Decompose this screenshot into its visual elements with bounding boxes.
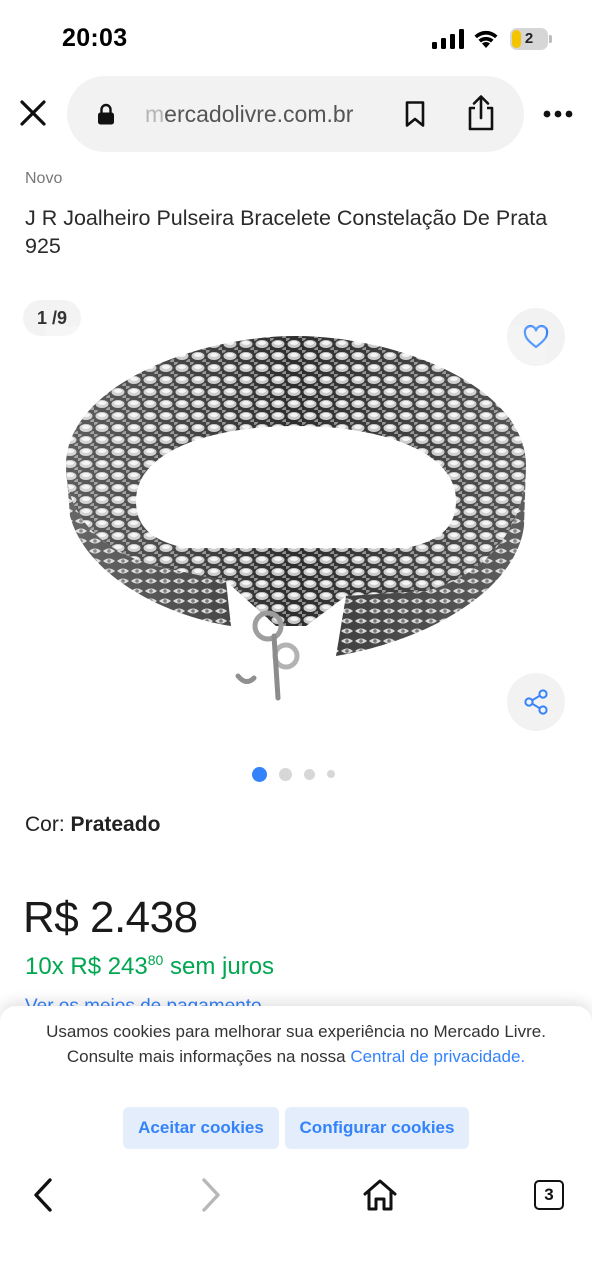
- url-text: mercadolivre.com.br: [145, 101, 354, 127]
- privacy-center-link[interactable]: Central de privacidade.: [350, 1047, 525, 1066]
- color-label: Cor:: [25, 813, 65, 836]
- gallery-dot-1[interactable]: [252, 766, 267, 782]
- accept-cookies-button[interactable]: Aceitar cookies: [123, 1107, 279, 1149]
- product-price: R$ 2.438: [23, 893, 198, 942]
- installments-info: 10x R$ 24380 sem juros: [25, 952, 275, 980]
- gallery-dot-2[interactable]: [279, 767, 292, 781]
- share-nodes-icon: [524, 689, 548, 715]
- gallery-dot-3[interactable]: [304, 768, 315, 780]
- share-icon[interactable]: [465, 94, 497, 132]
- address-bar[interactable]: mercadolivre.com.br: [67, 76, 524, 152]
- lock-icon: [98, 103, 114, 125]
- home-icon[interactable]: [362, 1178, 398, 1212]
- cellular-signal-icon: [432, 29, 464, 49]
- product-title: J R Joalheiro Pulseira Bracelete Constel…: [25, 206, 548, 258]
- bookmark-icon[interactable]: [403, 100, 427, 128]
- status-time: 20:03: [62, 24, 128, 52]
- tabs-icon[interactable]: 3: [534, 1180, 564, 1210]
- cookie-message: Usamos cookies para melhorar sua experiê…: [46, 1022, 546, 1066]
- product-condition: Novo: [25, 170, 63, 187]
- battery-indicator: 2: [510, 28, 552, 50]
- wifi-icon: [474, 30, 498, 48]
- back-icon[interactable]: [28, 1176, 58, 1214]
- configure-cookies-button[interactable]: Configurar cookies: [285, 1107, 469, 1149]
- status-bar: 20:03 2: [0, 0, 592, 78]
- battery-level: 2: [524, 30, 534, 47]
- gallery-pagination: [252, 766, 335, 782]
- gallery-dot-4[interactable]: [327, 770, 335, 778]
- product-image-bracelet[interactable]: [46, 326, 546, 726]
- color-value: Prateado: [70, 813, 161, 836]
- color-variation: Cor: Prateado: [25, 813, 160, 837]
- more-icon[interactable]: [543, 110, 573, 118]
- forward-icon[interactable]: [196, 1176, 226, 1214]
- cookie-banner: Usamos cookies para melhorar sua experiê…: [0, 1006, 592, 1280]
- share-product-button[interactable]: [507, 673, 565, 731]
- close-icon[interactable]: [18, 98, 48, 128]
